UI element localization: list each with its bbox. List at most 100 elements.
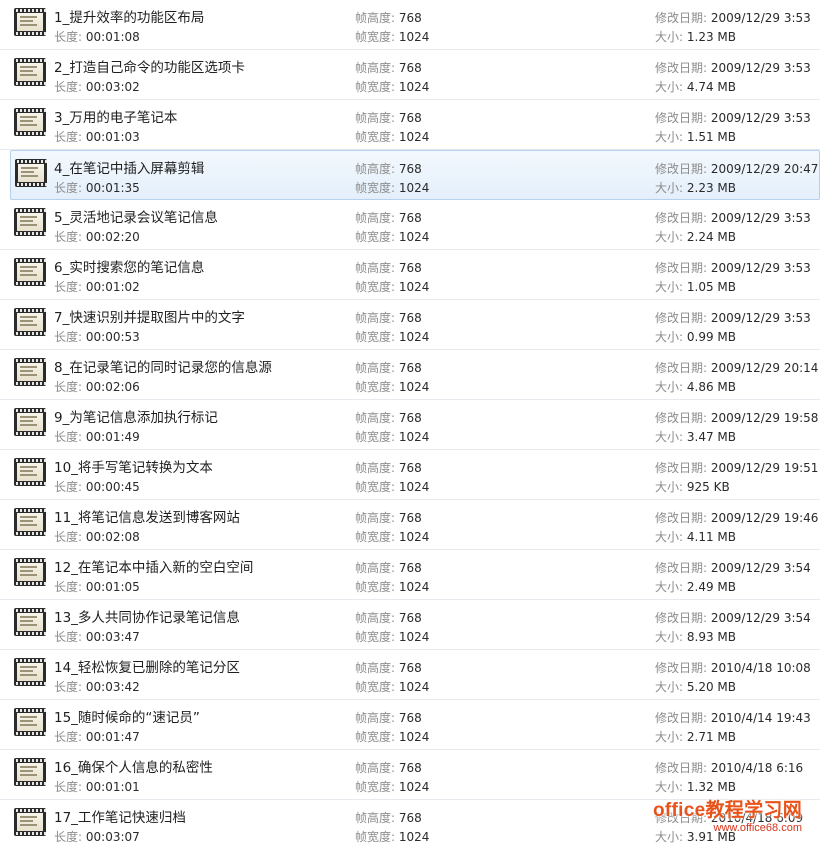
file-title[interactable]: 13_多人共同协作记录笔记信息: [54, 606, 240, 626]
modified-date: 修改日期: 2010/4/18 6:16: [655, 759, 803, 776]
modified-date: 修改日期: 2009/12/29 19:58: [655, 409, 818, 426]
frame-height: 帧高度: 768: [355, 709, 422, 726]
height-label: 帧高度:: [355, 761, 396, 775]
file-row[interactable]: 9_为笔记信息添加执行标记 长度: 00:01:49 帧高度: 768 帧宽度: 10…: [0, 400, 820, 450]
file-title[interactable]: 10_将手写笔记转换为文本: [54, 456, 213, 476]
file-length: 长度: 00:00:45: [54, 478, 140, 495]
file-length: 长度: 00:02:20: [54, 228, 140, 245]
file-size: 大小: 2.71 MB: [655, 728, 736, 745]
modified-value: 2009/12/29 19:51: [710, 461, 819, 475]
width-value: 1024: [398, 430, 430, 444]
file-title[interactable]: 5_灵活地记录会议笔记信息: [54, 206, 218, 226]
file-title[interactable]: 11_将笔记信息发送到博客网站: [54, 506, 240, 526]
file-row[interactable]: 17_工作笔记快速归档 长度: 00:03:07 帧高度: 768 帧宽度: 1024…: [0, 800, 820, 848]
file-length: 长度: 00:03:47: [54, 628, 140, 645]
length-label: 长度:: [54, 780, 83, 794]
modified-value: 2009/12/29 19:58: [710, 411, 819, 425]
length-value: 00:01:01: [85, 780, 140, 794]
size-label: 大小:: [655, 230, 684, 244]
size-value: 4.74 MB: [686, 80, 736, 94]
file-title[interactable]: 9_为笔记信息添加执行标记: [54, 406, 218, 426]
file-title[interactable]: 12_在笔记本中插入新的空白空间: [54, 556, 253, 576]
file-row[interactable]: 15_随时候命的“速记员” 长度: 00:01:47 帧高度: 768 帧宽度: 10…: [0, 700, 820, 750]
modified-value: 2010/4/18 6:09: [710, 811, 804, 825]
frame-width: 帧宽度: 1024: [355, 428, 429, 445]
size-label: 大小:: [655, 480, 684, 494]
modified-label: 修改日期:: [655, 261, 708, 275]
height-value: 768: [398, 811, 422, 825]
file-size: 大小: 1.23 MB: [655, 28, 736, 45]
modified-label: 修改日期:: [655, 61, 708, 75]
file-size: 大小: 925 KB: [655, 478, 730, 495]
modified-value: 2009/12/29 3:53: [710, 311, 811, 325]
file-title[interactable]: 4_在笔记中插入屏幕剪辑: [54, 157, 204, 177]
width-label: 帧宽度:: [355, 380, 396, 394]
file-row[interactable]: 5_灵活地记录会议笔记信息 长度: 00:02:20 帧高度: 768 帧宽度: 10…: [0, 200, 820, 250]
height-label: 帧高度:: [355, 261, 396, 275]
size-label: 大小:: [655, 580, 684, 594]
file-row[interactable]: 11_将笔记信息发送到博客网站 长度: 00:02:08 帧高度: 768 帧宽度: …: [0, 500, 820, 550]
height-value: 768: [398, 311, 422, 325]
width-value: 1024: [398, 230, 430, 244]
file-title[interactable]: 17_工作笔记快速归档: [54, 806, 186, 826]
file-title[interactable]: 8_在记录笔记的同时记录您的信息源: [54, 356, 272, 376]
modified-value: 2009/12/29 3:54: [710, 611, 811, 625]
length-value: 00:01:49: [85, 430, 140, 444]
size-value: 2.24 MB: [686, 230, 736, 244]
file-size: 大小: 3.47 MB: [655, 428, 736, 445]
modified-date: 修改日期: 2009/12/29 3:53: [655, 309, 811, 326]
file-title[interactable]: 2_打造自己命令的功能区选项卡: [54, 56, 245, 76]
frame-height: 帧高度: 768: [355, 759, 422, 776]
file-row[interactable]: 10_将手写笔记转换为文本 长度: 00:00:45 帧高度: 768 帧宽度: 10…: [0, 450, 820, 500]
length-label: 长度:: [54, 630, 83, 644]
modified-value: 2009/12/29 20:47: [710, 162, 819, 176]
file-title[interactable]: 3_万用的电子笔记本: [54, 106, 177, 126]
file-title[interactable]: 15_随时候命的“速记员”: [54, 706, 200, 726]
video-thumbnail-icon: [14, 558, 46, 586]
modified-date: 修改日期: 2009/12/29 20:14: [655, 359, 818, 376]
file-title[interactable]: 1_提升效率的功能区布局: [54, 6, 204, 26]
size-value: 2.23 MB: [686, 181, 736, 195]
height-value: 768: [398, 511, 422, 525]
size-label: 大小:: [655, 630, 684, 644]
video-thumbnail-icon: [14, 658, 46, 686]
frame-height: 帧高度: 768: [355, 59, 422, 76]
width-label: 帧宽度:: [355, 830, 396, 844]
file-row[interactable]: 7_快速识别并提取图片中的文字 长度: 00:00:53 帧高度: 768 帧宽度: …: [0, 300, 820, 350]
length-label: 长度:: [54, 380, 83, 394]
modified-value: 2009/12/29 19:46: [710, 511, 819, 525]
file-row[interactable]: 4_在笔记中插入屏幕剪辑 长度: 00:01:35 帧高度: 768 帧宽度: 102…: [10, 150, 820, 200]
frame-width: 帧宽度: 1024: [355, 228, 429, 245]
file-size: 大小: 5.20 MB: [655, 678, 736, 695]
frame-width: 帧宽度: 1024: [355, 179, 429, 196]
length-label: 长度:: [54, 280, 83, 294]
height-value: 768: [398, 211, 422, 225]
file-row[interactable]: 13_多人共同协作记录笔记信息 长度: 00:03:47 帧高度: 768 帧宽度: …: [0, 600, 820, 650]
size-label: 大小:: [655, 330, 684, 344]
file-row[interactable]: 16_确保个人信息的私密性 长度: 00:01:01 帧高度: 768 帧宽度: 10…: [0, 750, 820, 800]
file-row[interactable]: 1_提升效率的功能区布局 长度: 00:01:08 帧高度: 768 帧宽度: 102…: [0, 0, 820, 50]
file-row[interactable]: 2_打造自己命令的功能区选项卡 长度: 00:03:02 帧高度: 768 帧宽度: …: [0, 50, 820, 100]
file-row[interactable]: 3_万用的电子笔记本 长度: 00:01:03 帧高度: 768 帧宽度: 1024 修…: [0, 100, 820, 150]
modified-date: 修改日期: 2009/12/29 19:51: [655, 459, 818, 476]
modified-label: 修改日期:: [655, 411, 708, 425]
file-title[interactable]: 14_轻松恢复已删除的笔记分区: [54, 656, 240, 676]
file-row[interactable]: 12_在笔记本中插入新的空白空间 长度: 00:01:05 帧高度: 768 帧宽度:…: [0, 550, 820, 600]
modified-date: 修改日期: 2009/12/29 3:53: [655, 209, 811, 226]
size-value: 1.32 MB: [686, 780, 736, 794]
file-title[interactable]: 16_确保个人信息的私密性: [54, 756, 213, 776]
frame-height: 帧高度: 768: [355, 659, 422, 676]
file-row[interactable]: 14_轻松恢复已删除的笔记分区 长度: 00:03:42 帧高度: 768 帧宽度: …: [0, 650, 820, 700]
width-label: 帧宽度:: [355, 580, 396, 594]
width-value: 1024: [398, 480, 430, 494]
frame-width: 帧宽度: 1024: [355, 628, 429, 645]
length-value: 00:01:35: [85, 181, 140, 195]
file-title[interactable]: 7_快速识别并提取图片中的文字: [54, 306, 245, 326]
frame-height: 帧高度: 768: [355, 259, 422, 276]
frame-height: 帧高度: 768: [355, 209, 422, 226]
size-value: 1.23 MB: [686, 30, 736, 44]
file-row[interactable]: 8_在记录笔记的同时记录您的信息源 长度: 00:02:06 帧高度: 768 帧宽度…: [0, 350, 820, 400]
file-title[interactable]: 6_实时搜索您的笔记信息: [54, 256, 204, 276]
frame-width: 帧宽度: 1024: [355, 678, 429, 695]
file-row[interactable]: 6_实时搜索您的笔记信息 长度: 00:01:02 帧高度: 768 帧宽度: 102…: [0, 250, 820, 300]
